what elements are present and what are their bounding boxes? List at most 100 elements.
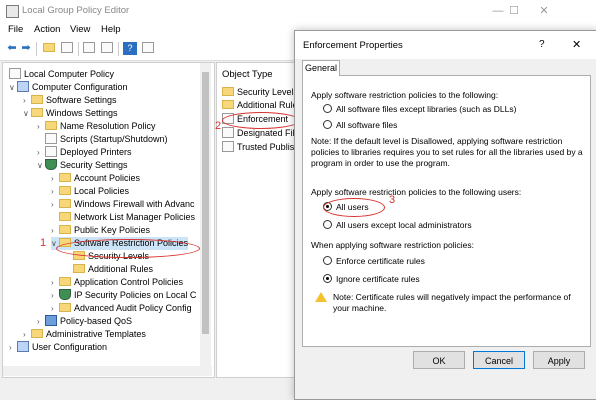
tree-item-label: Administrative Templates [46, 329, 146, 339]
tree-item-windows-settings[interactable]: ∨ Windows Settings [23, 107, 118, 120]
section-users-label: Apply software restriction policies to t… [311, 187, 522, 197]
back-arrow-icon[interactable]: ⬅ [5, 42, 19, 55]
tree-item-label: Additional Rules [88, 264, 154, 274]
tree-item-account-policies[interactable]: › Account Policies [51, 172, 140, 185]
chevron-right-icon[interactable]: › [51, 172, 59, 185]
tree-item-advanced-audit-policy[interactable]: › Advanced Audit Policy Config [51, 302, 192, 315]
chevron-right-icon[interactable]: › [9, 341, 17, 354]
tree-item-windows-firewall[interactable]: › Windows Firewall with Advanc [51, 198, 195, 211]
radio-button[interactable] [323, 120, 332, 129]
tree-item-user-configuration[interactable]: › User Configuration [9, 341, 107, 354]
radio-all-except-libraries[interactable]: All software files except libraries (suc… [323, 104, 516, 115]
ok-button[interactable]: OK [413, 351, 465, 369]
help-icon[interactable]: ? [123, 42, 137, 55]
tree-item-network-list-manager[interactable]: Network List Manager Policies [51, 211, 195, 224]
radio-button[interactable] [323, 104, 332, 113]
chevron-right-icon[interactable]: › [51, 198, 59, 211]
tree-item-policy-based-qos[interactable]: › Policy-based QoS [37, 315, 132, 328]
toolbar-separator [36, 42, 37, 56]
chevron-right-icon[interactable]: › [51, 289, 59, 302]
tree-item-application-control-policies[interactable]: › Application Control Policies [51, 276, 183, 289]
tree-item-security-settings[interactable]: ∨ Security Settings [37, 159, 128, 172]
tree-item-additional-rules[interactable]: Additional Rules [65, 263, 153, 276]
tree-item-scripts[interactable]: Scripts (Startup/Shutdown) [37, 133, 168, 146]
chevron-right-icon[interactable]: › [51, 185, 59, 198]
tree-item-label: Advanced Audit Policy Config [74, 303, 192, 313]
action-pane-icon[interactable] [141, 42, 155, 55]
radio-button[interactable] [323, 274, 332, 283]
up-folder-icon[interactable] [42, 42, 56, 55]
radio-enforce-certificate-rules[interactable]: Enforce certificate rules [323, 256, 425, 267]
policy-icon [222, 127, 234, 138]
chevron-right-icon[interactable]: › [23, 94, 31, 107]
chevron-right-icon[interactable]: › [37, 146, 45, 159]
chevron-right-icon[interactable]: › [51, 302, 59, 315]
folder-icon [59, 212, 71, 221]
list-item-label: Security Levels [237, 87, 299, 97]
menu-help[interactable]: Help [101, 24, 121, 35]
menu-file[interactable]: File [8, 24, 23, 35]
tree-item-label: Application Control Policies [74, 277, 184, 287]
chevron-right-icon[interactable]: › [37, 315, 45, 328]
show-hide-tree-icon[interactable] [60, 42, 74, 55]
tree-item-deployed-printers[interactable]: › Deployed Printers [37, 146, 132, 159]
tree-item-label: Local Computer Policy [24, 69, 115, 79]
chevron-down-icon[interactable]: ∨ [37, 159, 45, 172]
chevron-right-icon[interactable]: › [37, 120, 45, 133]
list-item-label: Additional Rule [237, 100, 298, 110]
column-header-object-type[interactable]: Object Type [222, 69, 273, 80]
radio-button[interactable] [323, 256, 332, 265]
tree-item-computer-configuration[interactable]: ∨ Computer Configuration [9, 81, 128, 94]
folder-icon [31, 329, 43, 338]
help-icon[interactable]: ? [539, 39, 545, 50]
tree-item-local-computer-policy[interactable]: Local Computer Policy [9, 68, 114, 81]
apply-button[interactable]: Apply [533, 351, 585, 369]
menu-view[interactable]: View [70, 24, 90, 35]
dialog-title-bar: Enforcement Properties ? ✕ [295, 31, 596, 59]
chevron-right-icon[interactable]: › [23, 328, 31, 341]
tree-scroll-thumb[interactable] [202, 72, 209, 334]
chevron-down-icon[interactable]: ∨ [9, 81, 17, 94]
tab-general[interactable]: General [302, 60, 340, 76]
tree-item-software-settings[interactable]: › Software Settings [23, 94, 117, 107]
folder-icon [31, 95, 43, 104]
maximize-icon[interactable]: ☐ [500, 2, 528, 20]
tree-item-label: User Configuration [32, 342, 108, 352]
radio-all-software-files[interactable]: All software files [323, 120, 397, 131]
shield-icon [45, 159, 57, 170]
tree-item-name-resolution-policy[interactable]: › Name Resolution Policy [37, 120, 156, 133]
folder-icon [222, 87, 234, 96]
menu-action[interactable]: Action [34, 24, 60, 35]
forward-arrow-icon[interactable]: ➡ [19, 42, 33, 55]
chart-icon [45, 315, 57, 326]
list-item-security-levels[interactable]: Security Levels [222, 86, 298, 99]
tree-item-administrative-templates[interactable]: › Administrative Templates [23, 328, 146, 341]
tree-pane: Local Computer Policy ∨ Computer Configur… [2, 62, 215, 378]
annotation-number-2: 2 [215, 120, 222, 132]
close-icon[interactable]: ✕ [572, 38, 581, 51]
radio-all-users-except-admins[interactable]: All users except local administrators [323, 220, 472, 231]
tree-item-local-policies[interactable]: › Local Policies [51, 185, 129, 198]
folder-icon [59, 303, 71, 312]
note-libraries: Note: If the default level is Disallowed… [311, 136, 583, 168]
list-item-additional-rules[interactable]: Additional Rule [222, 99, 298, 112]
section-apply-to-label: Apply software restriction policies to t… [311, 90, 499, 100]
section-certificate-label: When applying software restriction polic… [311, 240, 474, 250]
list-item-trusted-publishers[interactable]: Trusted Publish [222, 141, 299, 154]
radio-ignore-certificate-rules[interactable]: Ignore certificate rules [323, 274, 420, 285]
chevron-down-icon[interactable]: ∨ [23, 107, 31, 120]
radio-button[interactable] [323, 220, 332, 229]
close-icon[interactable]: ✕ [530, 2, 558, 20]
tree-item-label: Policy-based QoS [60, 316, 133, 326]
chevron-right-icon[interactable]: › [51, 224, 59, 237]
export-list-icon[interactable] [82, 42, 96, 55]
folder-icon [31, 108, 43, 117]
annotation-number-3: 3 [389, 194, 396, 206]
tree-item-public-key-policies[interactable]: › Public Key Policies [51, 224, 150, 237]
tree-horizontal-scrollbar[interactable] [3, 366, 212, 376]
chevron-right-icon[interactable]: › [51, 276, 59, 289]
properties-icon[interactable] [100, 42, 114, 55]
window-title: Local Group Policy Editor [22, 5, 130, 16]
cancel-button[interactable]: Cancel [473, 351, 525, 369]
tree-item-ip-security-policies[interactable]: › IP Security Policies on Local C [51, 289, 196, 302]
